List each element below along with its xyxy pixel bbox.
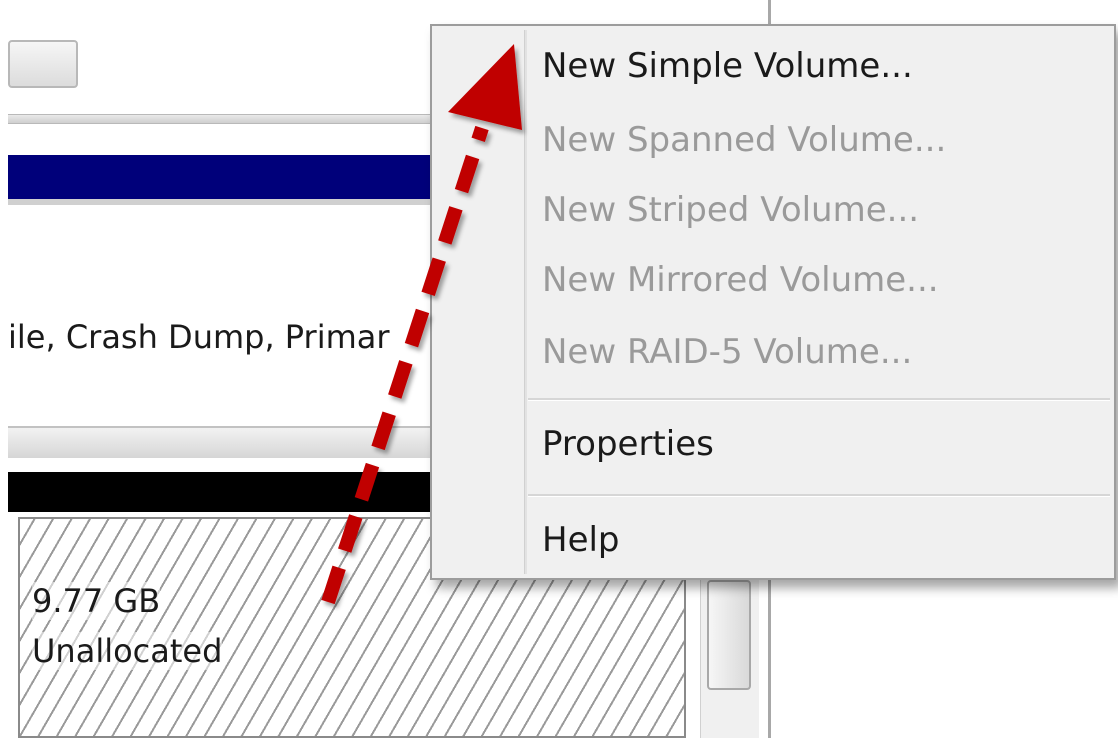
- partition-status-text: ile, Crash Dump, Primar: [8, 318, 390, 356]
- unallocated-label: Unallocated: [32, 632, 223, 670]
- menu-item-help[interactable]: Help: [542, 520, 620, 560]
- scrollbar-thumb[interactable]: [707, 580, 751, 690]
- menu-item-new-striped-volume: New Striped Volume...: [542, 190, 920, 230]
- menu-item-new-raid5-volume: New RAID-5 Volume...: [542, 332, 913, 372]
- toolbar-button[interactable]: [8, 40, 78, 88]
- context-menu: New Simple Volume... New Spanned Volume.…: [430, 24, 1116, 580]
- unallocated-size: 9.77 GB: [32, 582, 161, 620]
- menu-separator: [528, 494, 1110, 497]
- menu-separator: [528, 398, 1110, 401]
- primary-partition-bar[interactable]: [8, 155, 448, 199]
- menu-item-properties[interactable]: Properties: [542, 424, 714, 464]
- column-header-divider: [8, 114, 448, 124]
- menu-item-new-mirrored-volume: New Mirrored Volume...: [542, 260, 939, 300]
- menu-gutter: [524, 30, 527, 574]
- menu-item-new-spanned-volume: New Spanned Volume...: [542, 120, 947, 160]
- menu-item-new-simple-volume[interactable]: New Simple Volume...: [542, 46, 913, 86]
- partition-bar-shadow: [8, 199, 448, 205]
- disk-row-divider: [8, 426, 448, 458]
